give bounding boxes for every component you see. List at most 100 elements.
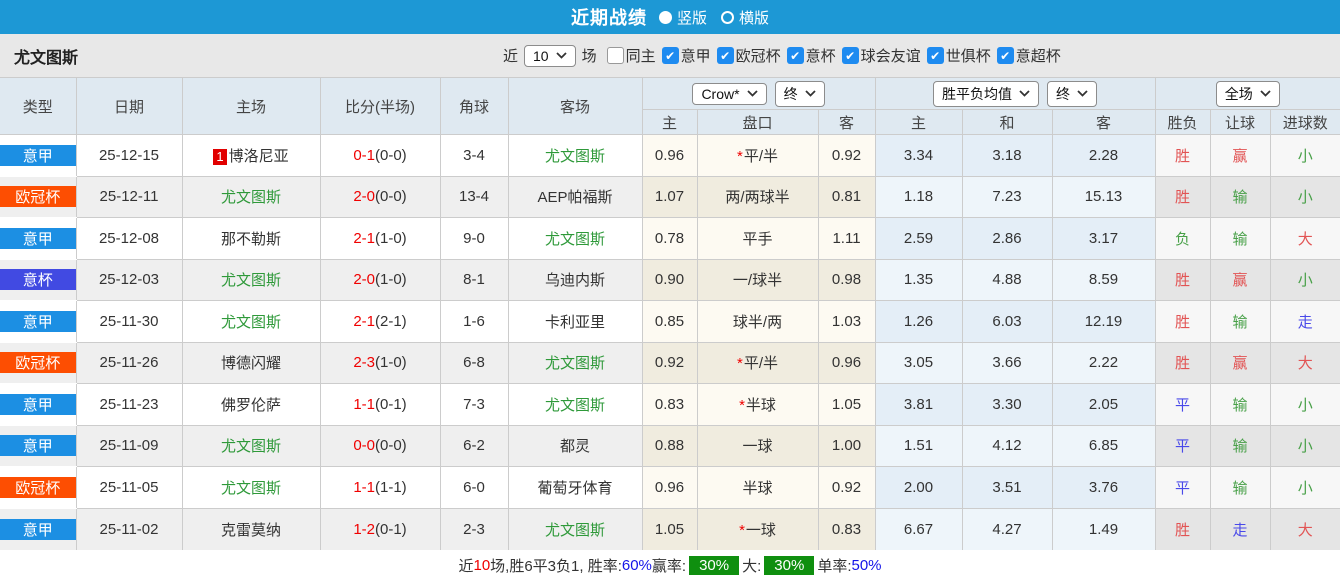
corners: 6-0 — [440, 467, 508, 509]
odds-away: 0.92 — [818, 135, 875, 177]
table-row: 意甲25-11-02克雷莫纳1-2(0-1)2-3尤文图斯1.05*一球0.83… — [0, 508, 1340, 550]
subheader-odds-home: 主 — [642, 110, 697, 135]
avg-away: 8.59 — [1052, 259, 1155, 301]
checkbox-checked-icon[interactable]: ✔ — [997, 47, 1014, 64]
avg-home: 2.59 — [875, 218, 962, 260]
checkbox-checked-icon[interactable]: ✔ — [717, 47, 734, 64]
checkbox-unchecked-icon[interactable] — [607, 47, 624, 64]
header-corners: 角球 — [440, 78, 508, 135]
league-checkbox-row: 同主✔意甲✔欧冠杯✔意杯✔球会友谊✔世俱杯✔意超杯 — [603, 45, 1061, 66]
league-cell: 欧冠杯 — [0, 467, 76, 509]
radio-vertical-layout[interactable]: 竖版 — [659, 7, 707, 28]
filter-checkbox-5[interactable]: ✔世俱杯 — [927, 45, 991, 66]
filter-checkbox-1[interactable]: ✔意甲 — [662, 45, 711, 66]
summary-segment: 赢率: — [652, 555, 686, 576]
home-team: 尤文图斯 — [182, 176, 320, 218]
avg-home: 3.34 — [875, 135, 962, 177]
header-type: 类型 — [0, 78, 76, 135]
filter-checkbox-6[interactable]: ✔意超杯 — [997, 45, 1061, 66]
handicap: 半球 — [697, 467, 818, 509]
home-team-name: 尤文图斯 — [221, 480, 281, 497]
checkbox-checked-icon[interactable]: ✔ — [662, 47, 679, 64]
checkbox-checked-icon[interactable]: ✔ — [842, 47, 859, 64]
layout-radio-group: 竖版 横版 — [659, 7, 769, 28]
handicap-text: 球半/两 — [733, 314, 782, 331]
avg-draw: 7.23 — [962, 176, 1052, 218]
handicap-text: 一/球半 — [733, 272, 782, 289]
score-cell: 0-0(0-0) — [320, 425, 440, 467]
radio-selected-icon[interactable] — [659, 11, 672, 24]
scope-select[interactable]: 全场 — [1216, 81, 1280, 107]
table-row: 欧冠杯25-11-26博德闪耀2-3(1-0)6-8尤文图斯0.92*平/半0.… — [0, 342, 1340, 384]
odds-state-select[interactable]: 终 — [775, 81, 825, 107]
radio-horizontal-layout[interactable]: 横版 — [721, 7, 769, 28]
filter-checkbox-3[interactable]: ✔意杯 — [787, 45, 836, 66]
avg-state-select[interactable]: 终 — [1047, 81, 1097, 107]
away-team-name: 尤文图斯 — [545, 148, 605, 165]
odds-home: 0.83 — [642, 384, 697, 426]
filter-checkbox-4[interactable]: ✔球会友谊 — [842, 45, 921, 66]
home-team: 尤文图斯 — [182, 467, 320, 509]
score-cell: 2-1(2-1) — [320, 301, 440, 343]
match-date: 25-12-03 — [76, 259, 182, 301]
result-outcome: 胜 — [1155, 135, 1210, 177]
league-cell: 意杯 — [0, 259, 76, 301]
recent-count-select[interactable]: 10 — [524, 45, 576, 67]
avg-draw: 3.18 — [962, 135, 1052, 177]
filter-checkbox-label: 欧冠杯 — [736, 45, 781, 66]
handicap-text: 平手 — [742, 231, 772, 248]
avg-type-select[interactable]: 胜平负均值 — [933, 81, 1039, 107]
fulltime-score: 0-0 — [353, 437, 375, 454]
halftime-score: (1-1) — [375, 479, 407, 496]
table-row: 欧冠杯25-12-11尤文图斯2-0(0-0)13-4AEP帕福斯1.07两/两… — [0, 176, 1340, 218]
result-outcome: 平 — [1155, 425, 1210, 467]
checkbox-checked-icon[interactable]: ✔ — [927, 47, 944, 64]
league-cell: 意甲 — [0, 218, 76, 260]
odds-away: 0.92 — [818, 467, 875, 509]
filter-checkbox-0[interactable]: 同主 — [607, 45, 656, 66]
filter-checkbox-2[interactable]: ✔欧冠杯 — [717, 45, 781, 66]
handicap: *平/半 — [697, 342, 818, 384]
match-date: 25-11-05 — [76, 467, 182, 509]
handicap: *半球 — [697, 384, 818, 426]
score-cell: 1-1(0-1) — [320, 384, 440, 426]
away-team-name: 尤文图斯 — [545, 397, 605, 414]
summary-segment: 30% — [764, 556, 814, 575]
result-goals: 小 — [1270, 259, 1340, 301]
handicap-text: 两/两球半 — [725, 189, 789, 206]
league-badge: 意甲 — [0, 519, 76, 540]
away-team-name: 卡利亚里 — [545, 314, 605, 331]
subheader-handicap-result: 让球 — [1210, 110, 1270, 135]
odds-home: 0.92 — [642, 342, 697, 384]
handicap-text: 一球 — [746, 522, 776, 539]
header-date: 日期 — [76, 78, 182, 135]
result-handicap: 赢 — [1210, 135, 1270, 177]
checkbox-checked-icon[interactable]: ✔ — [787, 47, 804, 64]
result-handicap: 走 — [1210, 508, 1270, 550]
match-date: 25-12-15 — [76, 135, 182, 177]
handicap: *一球 — [697, 508, 818, 550]
avg-away: 3.76 — [1052, 467, 1155, 509]
home-team: 克雷莫纳 — [182, 508, 320, 550]
league-badge: 意甲 — [0, 435, 76, 456]
result-outcome: 胜 — [1155, 176, 1210, 218]
header-home: 主场 — [182, 78, 320, 135]
corners: 6-2 — [440, 425, 508, 467]
result-handicap: 输 — [1210, 467, 1270, 509]
recent-results-panel: 近期战绩 竖版 横版 尤文图斯 近 10 场 同主✔意甲✔欧冠杯✔意杯✔球会友谊… — [0, 0, 1340, 582]
filter-bar: 尤文图斯 近 10 场 同主✔意甲✔欧冠杯✔意杯✔球会友谊✔世俱杯✔意超杯 — [0, 34, 1340, 78]
table-row: 意杯25-12-03尤文图斯2-0(1-0)8-1乌迪内斯0.90一/球半0.9… — [0, 259, 1340, 301]
summary-segment: 10 — [473, 557, 490, 574]
home-team: 尤文图斯 — [182, 425, 320, 467]
league-cell: 意甲 — [0, 508, 76, 550]
avg-draw: 2.86 — [962, 218, 1052, 260]
odds-company-select[interactable]: Crow* — [692, 83, 766, 105]
table-row: 意甲25-11-09尤文图斯0-0(0-0)6-2都灵0.88一球1.001.5… — [0, 425, 1340, 467]
avg-away: 3.17 — [1052, 218, 1155, 260]
away-team-name: 都灵 — [560, 438, 590, 455]
league-cell: 意甲 — [0, 384, 76, 426]
radio-unselected-icon[interactable] — [721, 11, 734, 24]
filter-checkbox-label: 意杯 — [806, 45, 836, 66]
odds-away: 1.05 — [818, 384, 875, 426]
score-cell: 0-1(0-0) — [320, 135, 440, 177]
